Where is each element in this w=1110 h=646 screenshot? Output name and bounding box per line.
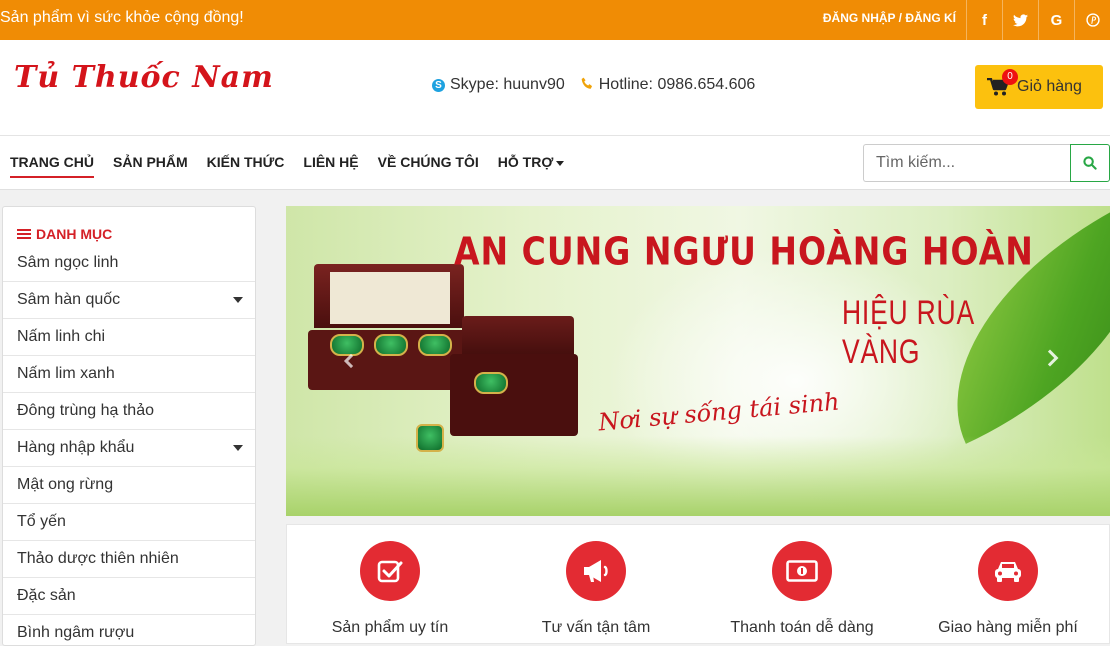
banner-subtitle: HIỆU RÙA VÀNG — [842, 294, 974, 371]
category-item[interactable]: Tổ yến — [3, 504, 255, 541]
search-button[interactable] — [1070, 144, 1110, 182]
site-logo[interactable]: Tủ Thuốc Nam — [14, 60, 274, 95]
nav-item-contact[interactable]: LIÊN HỆ — [303, 136, 358, 190]
money-icon — [772, 541, 832, 601]
feature-label: Giao hàng miễn phí — [938, 619, 1078, 636]
search-icon — [1083, 156, 1097, 170]
social-links: f G — [966, 0, 1110, 40]
category-label: Sâm hàn quốc — [17, 291, 121, 308]
search-input[interactable] — [863, 144, 1070, 182]
category-item[interactable]: Bình ngâm rượu — [3, 615, 255, 645]
features-strip: Sản phẩm uy tín Tư vấn tận tâm Thanh toá… — [286, 524, 1110, 644]
phone-icon — [581, 77, 594, 93]
cart-label: Giỏ hàng — [1017, 78, 1082, 95]
contact-info: S Skype: huunv90 Hotline: 0986.654.606 — [432, 76, 755, 94]
feature-item: Thanh toán dễ dàng — [699, 541, 905, 637]
twitter-icon[interactable] — [1002, 0, 1038, 40]
category-label: Thảo dược thiên nhiên — [17, 550, 179, 567]
product-jar — [374, 334, 408, 356]
feature-label: Sản phẩm uy tín — [331, 619, 449, 636]
pinterest-icon[interactable] — [1074, 0, 1110, 40]
shopping-cart-icon: 0 — [987, 69, 1018, 96]
category-label: Nấm linh chi — [17, 328, 106, 345]
product-jar — [418, 334, 452, 356]
sidebar-title: DANH MỤC — [3, 207, 255, 245]
category-item[interactable]: Nấm lim xanh — [3, 356, 255, 393]
skype-icon: S — [432, 78, 445, 92]
product-box — [450, 354, 578, 436]
category-label: Tổ yến — [17, 513, 66, 530]
banner-title: AN CUNG NGƯU HOÀNG HOÀN — [454, 229, 1034, 274]
checkbox-icon — [360, 541, 420, 601]
category-item[interactable]: Mật ong rừng — [3, 467, 255, 504]
main-nav: TRANG CHỦ SẢN PHẨM KIẾN THỨC LIÊN HỆ VỀ … — [0, 136, 1110, 190]
caret-down-icon[interactable] — [233, 445, 243, 451]
site-header: Tủ Thuốc Nam S Skype: huunv90 Hotline: 0… — [0, 40, 1110, 136]
nav-item-about[interactable]: VỀ CHÚNG TÔI — [378, 136, 479, 190]
product-jar — [474, 372, 508, 394]
category-label: Sâm ngọc linh — [17, 254, 119, 271]
top-bar: Sản phẩm vì sức khỏe cộng đồng! ĐĂNG NHẬ… — [0, 0, 1110, 40]
category-item[interactable]: Nấm linh chi — [3, 319, 255, 356]
megaphone-icon — [566, 541, 626, 601]
category-item[interactable]: Sâm ngọc linh — [3, 245, 255, 282]
site-slogan: Sản phẩm vì sức khỏe cộng đồng! — [0, 9, 244, 26]
category-item[interactable]: Đông trùng hạ thảo — [3, 393, 255, 430]
category-item[interactable]: Đặc sản — [3, 578, 255, 615]
cart-button[interactable]: 0 Giỏ hàng — [975, 65, 1103, 109]
category-item[interactable]: Thảo dược thiên nhiên — [3, 541, 255, 578]
feature-item: Sản phẩm uy tín — [287, 541, 493, 637]
feature-item: Tư vấn tận tâm — [493, 541, 699, 637]
login-register-link[interactable]: ĐĂNG NHẬP / ĐĂNG KÍ — [823, 0, 956, 40]
search-form — [863, 144, 1110, 182]
nav-item-support-label: HỖ TRỢ — [497, 154, 554, 170]
sidebar-title-label: DANH MỤC — [36, 225, 113, 242]
nav-item-products[interactable]: SẢN PHẨM — [113, 136, 188, 190]
chevron-down-icon — [556, 160, 565, 166]
category-item[interactable]: Sâm hàn quốc — [3, 282, 255, 319]
category-label: Bình ngâm rượu — [17, 624, 135, 641]
facebook-icon[interactable]: f — [966, 0, 1002, 40]
nav-item-support[interactable]: HỖ TRỢ — [498, 136, 565, 190]
category-label: Đông trùng hạ thảo — [17, 402, 154, 419]
category-item[interactable]: Hàng nhập khẩu — [3, 430, 255, 467]
car-icon — [978, 541, 1038, 601]
feature-label: Thanh toán dễ dàng — [730, 619, 874, 636]
feature-label: Tư vấn tận tâm — [541, 619, 651, 636]
category-sidebar: DANH MỤC Sâm ngọc linh Sâm hàn quốc Nấm … — [2, 206, 256, 646]
product-jar — [416, 424, 444, 452]
nav-item-home[interactable]: TRANG CHỦ — [10, 136, 94, 190]
product-jar — [330, 334, 364, 356]
category-label: Mật ong rừng — [17, 476, 114, 493]
hotline-label: Hotline: 0986.654.606 — [598, 76, 756, 93]
nav-item-knowledge[interactable]: KIẾN THỨC — [207, 136, 285, 190]
category-label: Hàng nhập khẩu — [17, 439, 135, 456]
caret-down-icon[interactable] — [233, 297, 243, 303]
feature-item: Giao hàng miễn phí — [905, 541, 1110, 637]
hero-banner[interactable]: AN CUNG NGƯU HOÀNG HOÀN HIỆU RÙA VÀNG Nơ… — [286, 206, 1110, 516]
menu-bars-icon — [17, 227, 31, 241]
cart-count-badge: 0 — [1002, 69, 1018, 85]
category-label: Đặc sản — [17, 587, 76, 604]
skype-label: Skype: huunv90 — [450, 76, 565, 93]
category-label: Nấm lim xanh — [17, 365, 115, 382]
google-icon[interactable]: G — [1038, 0, 1074, 40]
